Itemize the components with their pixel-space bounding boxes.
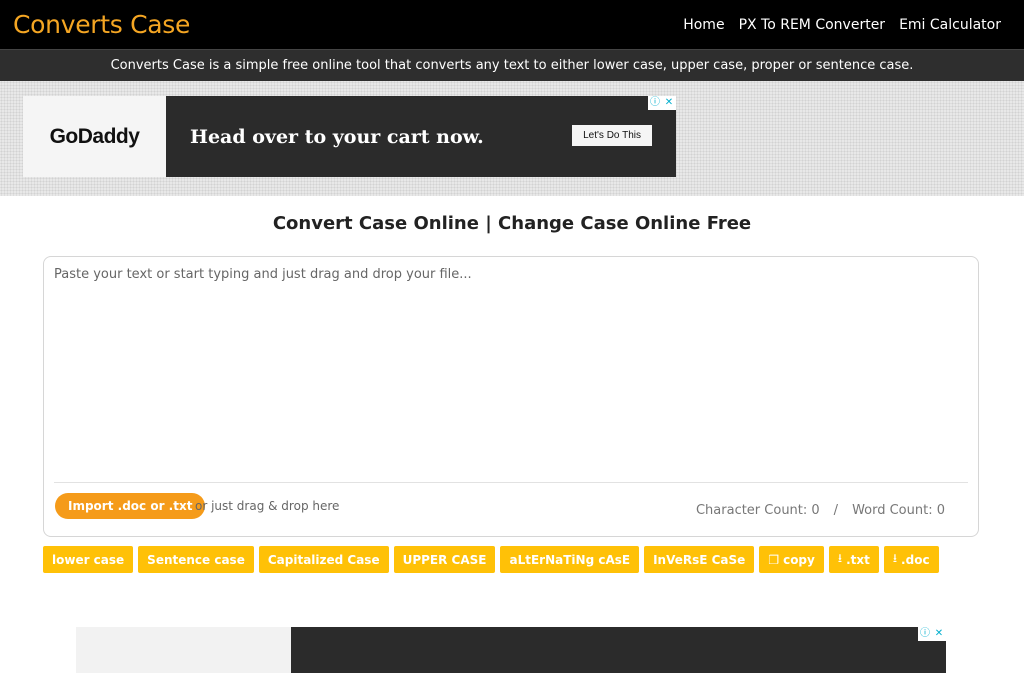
sentence-case-button[interactable]: Sentence case	[138, 546, 254, 573]
ad-cta-button[interactable]: Let's Do This	[572, 125, 652, 146]
bottom-ad-dark-panel: ⓘ ✕	[291, 627, 946, 673]
bottom-ad-info-icon[interactable]: ⓘ	[918, 627, 932, 641]
alternating-case-button[interactable]: aLtErNaTiNg cAsE	[500, 546, 640, 573]
tagline-bar: Converts Case is a simple free online to…	[0, 49, 1024, 81]
character-count: Character Count: 0	[695, 503, 820, 518]
ad-badges: ⓘ ✕	[648, 96, 676, 110]
download-doc-button[interactable]: ⭳ .doc	[883, 546, 939, 573]
upper-case-button[interactable]: UPPER CASE	[393, 546, 496, 573]
case-button-row: lower case Sentence case Capitalized Cas…	[43, 546, 939, 573]
download-txt-button[interactable]: ⭳ .txt	[828, 546, 879, 573]
bottom-ad-light-panel	[76, 627, 291, 673]
download-icon: ⭳	[837, 551, 843, 565]
copy-icon: ❐	[768, 552, 780, 567]
download-doc-label: .doc	[901, 552, 930, 567]
drag-drop-hint: or just drag & drop here	[195, 499, 340, 513]
nav-px-to-rem-link[interactable]: PX To REM Converter	[739, 17, 886, 33]
inverse-case-button[interactable]: InVeRsE CaSe	[644, 546, 755, 573]
ad-area: GoDaddy Head over to your cart now. Let'…	[0, 81, 1024, 196]
capitalized-case-button[interactable]: Capitalized Case	[258, 546, 389, 573]
download-icon: ⭳	[892, 551, 898, 565]
top-navbar: Converts Case Home PX To REM Converter E…	[0, 0, 1024, 49]
nav-emi-calculator-link[interactable]: Emi Calculator	[899, 17, 1001, 33]
bottom-ad-banner[interactable]: ⓘ ✕	[76, 627, 946, 673]
ad-logo[interactable]: GoDaddy	[23, 96, 166, 177]
copy-button[interactable]: ❐ copy	[759, 546, 824, 573]
lower-case-button[interactable]: lower case	[43, 546, 134, 573]
word-count: Word Count: 0	[852, 503, 945, 518]
text-input[interactable]	[54, 267, 968, 479]
site-logo[interactable]: Converts Case	[13, 10, 190, 39]
counts: Character Count: 0 / Word Count: 0	[696, 503, 945, 518]
bottom-ad-badges: ⓘ ✕	[918, 627, 946, 641]
ad-banner[interactable]: GoDaddy Head over to your cart now. Let'…	[23, 96, 676, 177]
ad-close-icon[interactable]: ✕	[662, 96, 676, 110]
nav-home-link[interactable]: Home	[683, 17, 724, 33]
main-nav: Home PX To REM Converter Emi Calculator	[683, 17, 1001, 33]
download-txt-label: .txt	[846, 552, 870, 567]
page-title: Convert Case Online | Change Case Online…	[272, 213, 752, 234]
import-file-button[interactable]: Import .doc or .txt	[55, 493, 206, 519]
copy-label: copy	[783, 552, 815, 567]
tagline-text: Converts Case is a simple free online to…	[110, 58, 914, 73]
text-editor-panel: Import .doc or .txt or just drag & drop …	[43, 256, 979, 537]
editor-divider	[54, 482, 968, 483]
bottom-ad-close-icon[interactable]: ✕	[932, 627, 946, 641]
count-separator: /	[833, 503, 839, 518]
ad-info-icon[interactable]: ⓘ	[648, 96, 662, 110]
